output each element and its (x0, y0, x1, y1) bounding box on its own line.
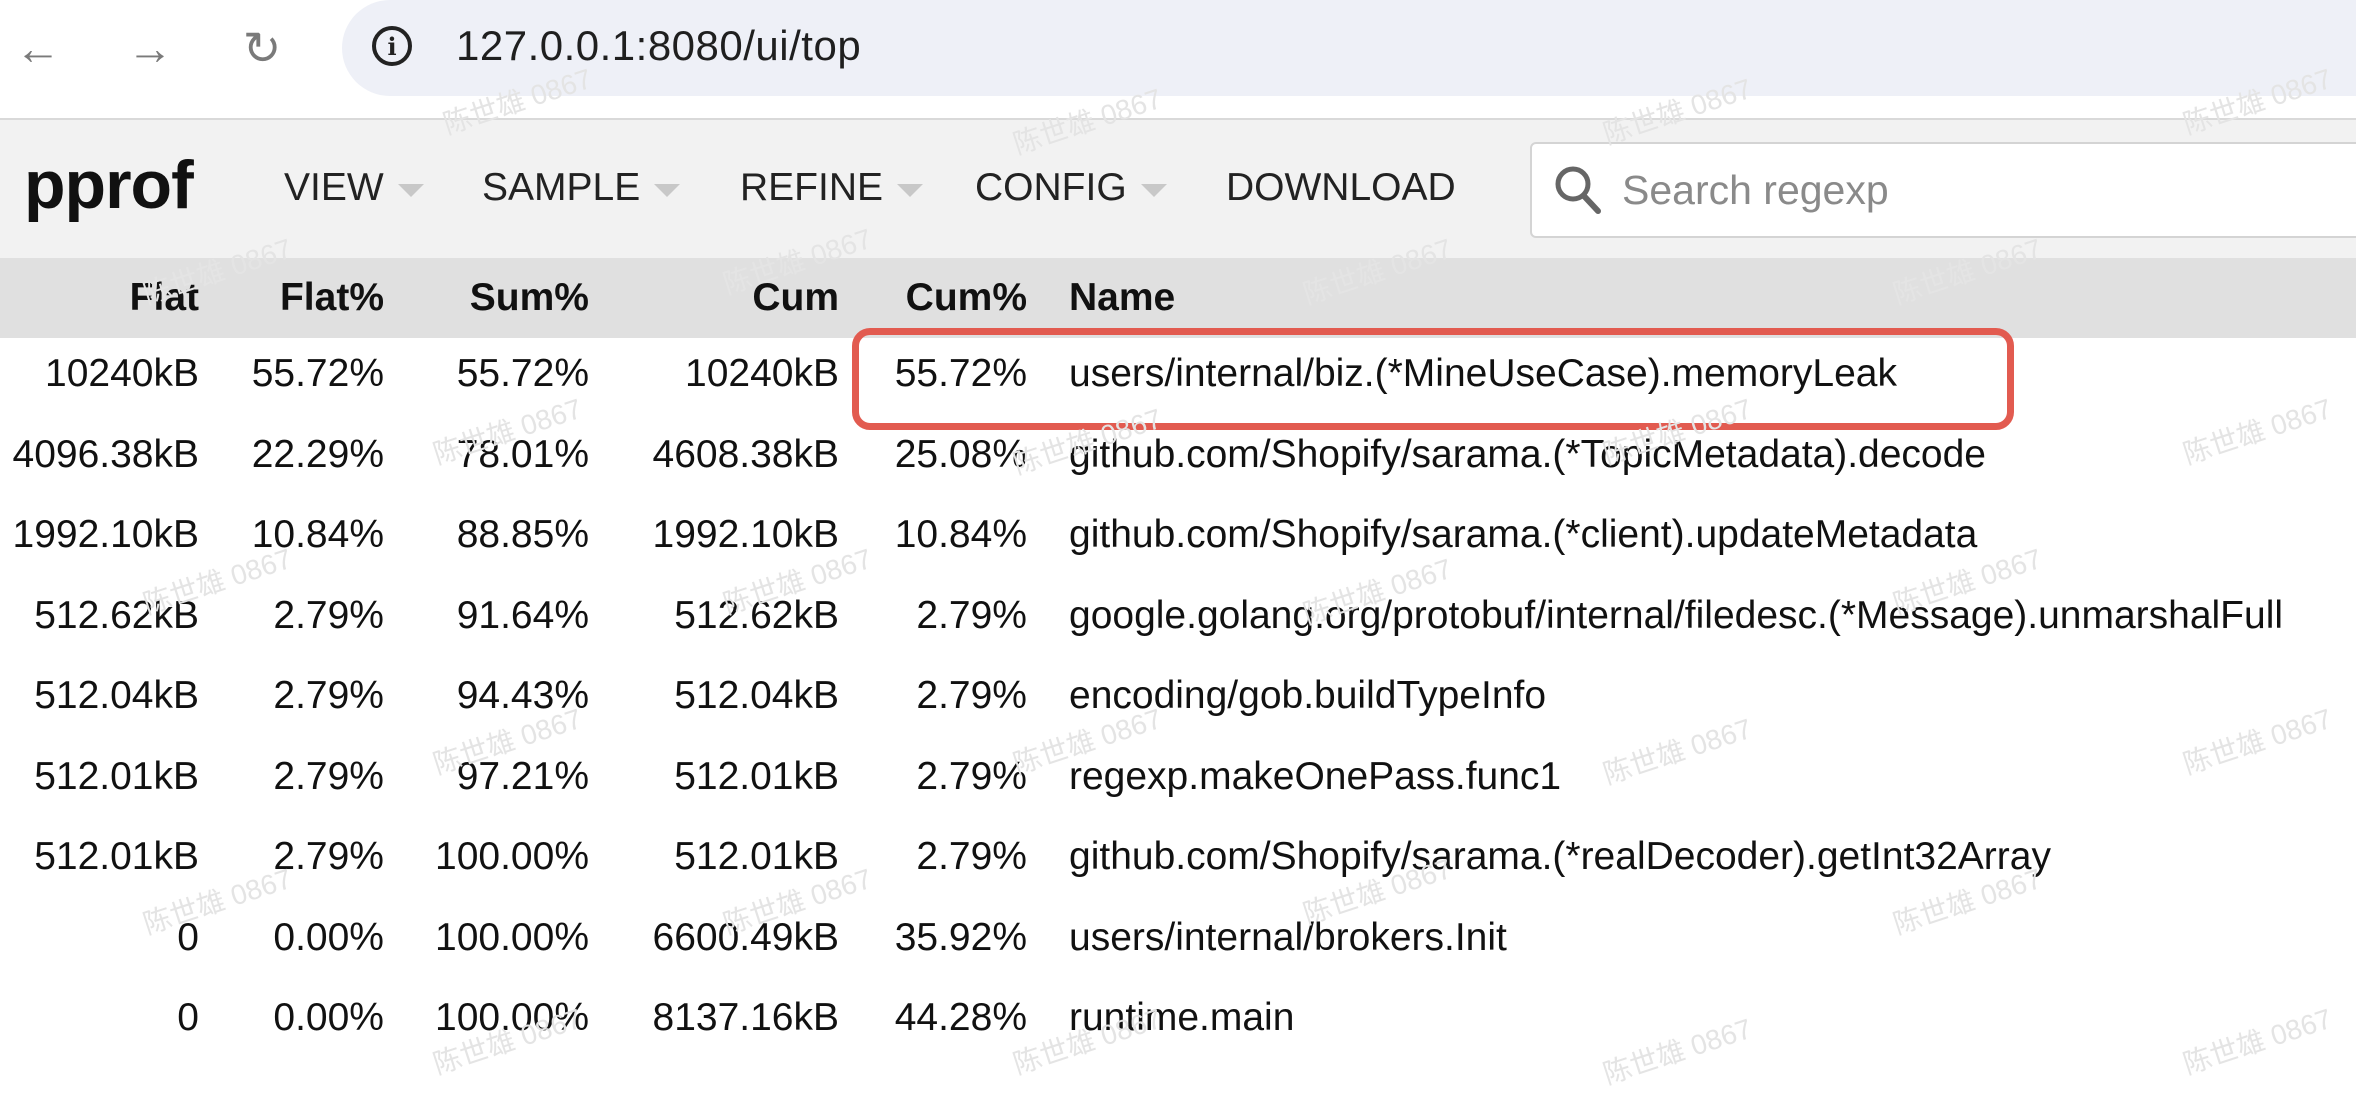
cell-function-name[interactable]: runtime.main (1069, 996, 1294, 1040)
browser-toolbar: ← → ↻ i 127.0.0.1:8080/ui/top (0, 0, 2356, 96)
menu-view[interactable]: VIEW (284, 166, 424, 210)
search-icon (1555, 166, 1601, 214)
highlight-box (852, 328, 2014, 430)
cell-function-name[interactable]: regexp.makeOnePass.func1 (1069, 755, 1561, 799)
cell-sum-pct: 100.00% (435, 915, 589, 959)
col-cum-pct[interactable]: Cum% (906, 276, 1027, 320)
cell-function-name[interactable]: google.golang.org/protobuf/internal/file… (1069, 594, 2283, 638)
menu-sample[interactable]: SAMPLE (482, 166, 681, 210)
cell-function-name[interactable]: encoding/gob.buildTypeInfo (1069, 674, 1546, 718)
cell-sum-pct: 100.00% (435, 996, 589, 1039)
table-row[interactable]: 1992.10kB 10.84% 88.85% 1992.10kB 10.84% gith… (0, 499, 2356, 579)
caret-down-icon (897, 183, 924, 197)
cell-cum: 10240kB (685, 352, 839, 395)
menu-config[interactable]: CONFIG (975, 166, 1167, 210)
search-input[interactable] (1620, 158, 2344, 222)
cell-flat-pct: 0.00% (273, 996, 384, 1039)
table-row[interactable]: 512.62kB 2.79% 91.64% 512.62kB 2.79% google.g… (0, 580, 2356, 660)
cell-cum-pct: 2.79% (916, 593, 1027, 637)
col-cum[interactable]: Cum (752, 276, 839, 320)
cell-flat: 0 (177, 996, 199, 1039)
caret-down-icon (397, 183, 424, 197)
cell-sum-pct: 94.43% (456, 674, 589, 717)
cell-function-name[interactable]: github.com/Shopify/sarama.(*client).upda… (1069, 513, 1977, 557)
cell-flat: 512.04kB (34, 674, 199, 717)
cell-flat-pct: 2.79% (273, 593, 384, 637)
col-flat[interactable]: Flat (130, 276, 199, 320)
cell-function-name[interactable]: users/internal/brokers.Init (1069, 916, 1507, 960)
cell-cum-pct: 44.28% (894, 996, 1027, 1039)
table-row[interactable]: 512.01kB 2.79% 97.21% 512.01kB 2.79% regexp.m… (0, 741, 2356, 821)
cell-flat-pct: 22.29% (251, 432, 384, 476)
cell-flat-pct: 2.79% (273, 835, 384, 878)
cell-flat: 512.01kB (34, 835, 199, 878)
cell-flat-pct: 55.72% (251, 352, 384, 395)
cell-cum-pct: 10.84% (894, 513, 1027, 556)
cell-cum-pct: 2.79% (916, 754, 1027, 798)
caret-down-icon (1140, 183, 1167, 197)
table-row[interactable]: 0 0.00% 100.00% 8137.16kB 44.28% runtime.main (0, 982, 2356, 1062)
cell-cum-pct: 35.92% (894, 915, 1027, 959)
cell-cum: 512.01kB (674, 754, 839, 798)
cell-function-name[interactable]: github.com/Shopify/sarama.(*TopicMetadat… (1069, 433, 1986, 477)
col-flat-pct[interactable]: Flat% (280, 276, 384, 320)
cell-sum-pct: 97.21% (456, 754, 589, 798)
cell-flat: 1992.10kB (12, 513, 200, 556)
cell-cum-pct: 2.79% (916, 835, 1027, 878)
cell-sum-pct: 100.00% (435, 835, 589, 878)
cell-cum: 1992.10kB (652, 513, 840, 556)
cell-flat: 10240kB (45, 352, 199, 395)
menu-label: SAMPLE (482, 166, 641, 209)
table-row[interactable]: 0 0.00% 100.00% 6600.49kB 35.92% users/intern… (0, 902, 2356, 982)
site-info-icon[interactable]: i (372, 26, 412, 66)
cell-flat: 4096.38kB (12, 432, 200, 476)
menu-download[interactable]: DOWNLOAD (1226, 166, 1456, 210)
address-bar[interactable]: i 127.0.0.1:8080/ui/top (342, 0, 2356, 96)
cell-cum: 512.04kB (674, 674, 839, 717)
table-row[interactable]: 512.01kB 2.79% 100.00% 512.01kB 2.79% github.… (0, 821, 2356, 901)
cell-flat-pct: 10.84% (251, 513, 384, 556)
cell-flat: 512.62kB (34, 593, 199, 637)
menu-label: VIEW (284, 166, 384, 209)
cell-sum-pct: 88.85% (456, 513, 589, 556)
cell-flat-pct: 2.79% (273, 674, 384, 717)
search-box[interactable] (1530, 142, 2356, 238)
cell-flat: 512.01kB (34, 754, 199, 798)
col-sum-pct[interactable]: Sum% (470, 276, 589, 320)
pprof-logo: pprof (24, 147, 194, 223)
forward-arrow-icon[interactable]: → (122, 22, 178, 74)
cell-cum-pct: 2.79% (916, 674, 1027, 717)
pprof-header: pprof VIEW SAMPLE REFINE CONFIG DOWNLOAD (0, 120, 2356, 258)
cell-sum-pct: 91.64% (456, 593, 589, 637)
cell-flat-pct: 2.79% (273, 754, 384, 798)
table-row[interactable]: 512.04kB 2.79% 94.43% 512.04kB 2.79% encoding… (0, 660, 2356, 740)
cell-sum-pct: 55.72% (456, 352, 589, 395)
menu-label: CONFIG (975, 166, 1127, 209)
reload-icon[interactable]: ↻ (234, 22, 290, 74)
cell-cum: 6600.49kB (652, 915, 840, 959)
cell-cum-pct: 25.08% (894, 432, 1027, 476)
caret-down-icon (654, 183, 681, 197)
menu-refine[interactable]: REFINE (740, 166, 924, 210)
menu-label: REFINE (740, 166, 884, 209)
cell-flat-pct: 0.00% (273, 915, 384, 959)
col-name[interactable]: Name (1069, 276, 1175, 320)
back-arrow-icon[interactable]: ← (10, 22, 66, 74)
cell-function-name[interactable]: github.com/Shopify/sarama.(*realDecoder)… (1069, 835, 2051, 879)
url-text[interactable]: 127.0.0.1:8080/ui/top (456, 22, 861, 70)
cell-flat: 0 (177, 915, 199, 959)
cell-cum: 8137.16kB (652, 996, 840, 1039)
cell-cum: 512.01kB (674, 835, 839, 878)
cell-cum: 512.62kB (674, 593, 839, 637)
table-row[interactable]: 4096.38kB 22.29% 78.01% 4608.38kB 25.08% gith… (0, 419, 2356, 499)
menu-label: DOWNLOAD (1226, 166, 1456, 209)
cell-cum: 4608.38kB (652, 432, 840, 476)
cell-sum-pct: 78.01% (456, 432, 589, 476)
table-header: Flat Flat% Sum% Cum Cum% Name (0, 258, 2356, 338)
